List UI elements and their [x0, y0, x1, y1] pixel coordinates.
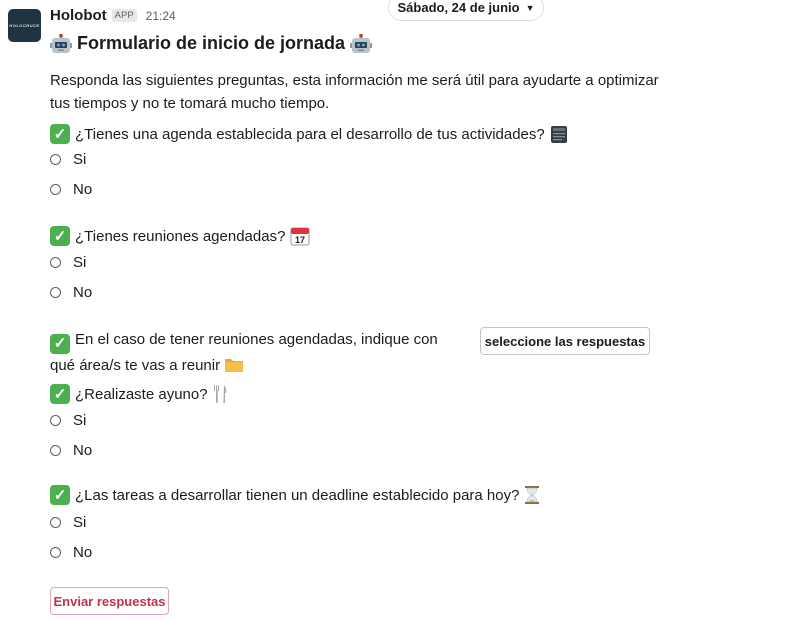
date-label: Sábado, 24 de junio	[397, 0, 520, 15]
option-no[interactable]: No	[50, 179, 92, 199]
option-label: Si	[73, 411, 87, 429]
option-no[interactable]: No	[50, 440, 92, 460]
question-text: ¿Realizaste ayuno?	[75, 385, 208, 403]
option-label: Si	[73, 150, 87, 168]
fork-knife-icon	[213, 384, 229, 404]
radio-button[interactable]	[50, 546, 61, 558]
option-si[interactable]: Si	[50, 252, 86, 272]
radio-button[interactable]	[50, 286, 61, 298]
radio-button[interactable]	[50, 414, 61, 426]
radio-button[interactable]	[50, 516, 61, 528]
option-si[interactable]: Si	[50, 512, 86, 532]
check-mark-icon: ✓	[50, 384, 70, 404]
notebook-icon	[550, 125, 568, 144]
avatar[interactable]: HOLOCRUCE	[8, 9, 41, 42]
intro-text: Responda las siguientes preguntas, esta …	[50, 72, 659, 112]
folder-icon	[224, 356, 244, 373]
form-title: Formulario de inicio de jornada	[50, 33, 373, 54]
radio-button[interactable]	[50, 183, 61, 195]
svg-text:17: 17	[295, 235, 305, 245]
check-mark-icon: ✓	[50, 485, 70, 505]
chevron-down-icon: ▼	[525, 2, 535, 13]
option-label: Si	[73, 253, 87, 271]
message-header: Holobot APP 21:24	[50, 7, 176, 24]
question-agenda: ✓ ¿Tienes una agenda establecida para el…	[50, 124, 568, 144]
message-timestamp[interactable]: 21:24	[146, 9, 176, 23]
question-areas: ✓ En el caso de tener reuniones agendadas…	[50, 328, 465, 377]
question-text: ¿Tienes reuniones agendadas?	[75, 227, 286, 245]
hourglass-icon	[524, 485, 540, 505]
sender-name[interactable]: Holobot	[50, 7, 107, 24]
robot-icon	[50, 33, 72, 54]
question-deadline: ✓ ¿Las tareas a desarrollar tienen un de…	[50, 485, 540, 505]
option-si[interactable]: Si	[50, 410, 86, 430]
option-no[interactable]: No	[50, 542, 92, 562]
option-label: No	[73, 543, 93, 561]
check-mark-icon: ✓	[50, 124, 70, 144]
robot-icon	[350, 33, 373, 54]
question-ayuno: ✓ ¿Realizaste ayuno?	[50, 384, 229, 404]
calendar-icon: 17	[290, 226, 310, 246]
question-text: ¿Tienes una agenda establecida para el d…	[75, 125, 545, 143]
form-title-text: Formulario de inicio de jornada	[77, 33, 346, 53]
app-badge: APP	[111, 9, 137, 22]
avatar-logo-text: HOLOCRUCE	[9, 23, 40, 28]
option-no[interactable]: No	[50, 282, 92, 302]
option-label: No	[73, 441, 93, 459]
option-label: Si	[73, 513, 87, 531]
check-mark-icon: ✓	[50, 226, 70, 246]
radio-button[interactable]	[50, 153, 61, 165]
select-answers-button[interactable]: seleccione las respuestas	[480, 327, 650, 355]
radio-button[interactable]	[50, 256, 61, 268]
option-label: No	[73, 180, 93, 198]
option-label: No	[73, 283, 93, 301]
option-si[interactable]: Si	[50, 149, 86, 169]
date-divider-button[interactable]: Sábado, 24 de junio ▼	[388, 0, 544, 21]
radio-button[interactable]	[50, 444, 61, 456]
submit-answers-button[interactable]: Enviar respuestas	[50, 587, 169, 615]
check-mark-icon: ✓	[50, 333, 70, 354]
question-reuniones: ✓ ¿Tienes reuniones agendadas? 17	[50, 226, 310, 246]
question-text: ¿Las tareas a desarrollar tienen un dead…	[75, 486, 520, 504]
